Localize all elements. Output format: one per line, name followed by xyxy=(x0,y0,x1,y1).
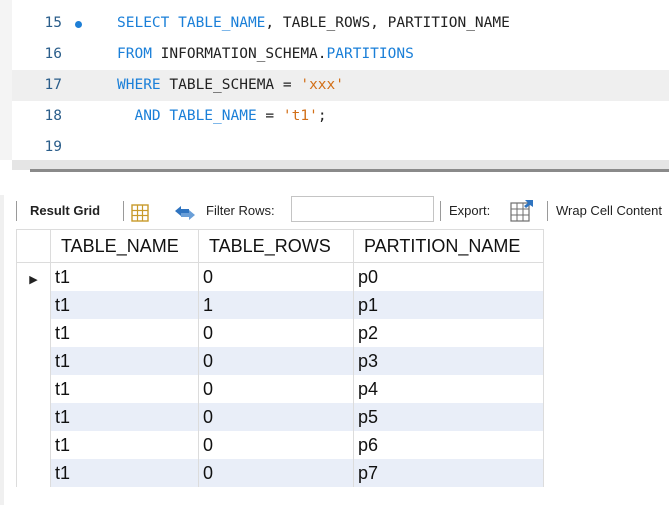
row-selector[interactable] xyxy=(16,431,51,459)
cell-table-name[interactable]: t1 xyxy=(50,347,199,375)
result-toolbar: Result Grid Filter Rows: Export: Wrap Ce… xyxy=(16,193,669,229)
sql-keyword: PARTITIONS xyxy=(326,46,414,62)
filter-rows-input[interactable] xyxy=(291,196,434,222)
row-selector[interactable] xyxy=(16,375,51,403)
row-selector[interactable] xyxy=(16,459,51,487)
current-row-arrow-icon: ▶ xyxy=(29,273,38,286)
cell-table-rows[interactable]: 0 xyxy=(198,431,354,459)
grid-layout-icon[interactable] xyxy=(130,201,150,222)
sql-text: , TABLE_ROWS, PARTITION_NAME xyxy=(265,15,510,31)
cell-partition-name[interactable]: p6 xyxy=(353,431,544,459)
sql-text: = xyxy=(256,108,283,124)
row-selector[interactable] xyxy=(16,319,51,347)
code-text: AND TABLE_NAME = 't1'; xyxy=(117,101,327,132)
left-frame xyxy=(0,195,4,505)
table-row[interactable]: t1 1 p1 xyxy=(16,291,544,319)
sql-text: TABLE_SCHEMA = xyxy=(169,77,301,93)
toolbar-separator xyxy=(547,201,548,221)
sql-keyword: TABLE_NAME xyxy=(178,15,266,31)
sql-string: 't1' xyxy=(282,108,318,124)
cell-partition-name[interactable]: p5 xyxy=(353,403,544,431)
sql-string: 'xxx' xyxy=(300,77,344,93)
sql-keyword: WHERE xyxy=(117,77,170,93)
row-selector[interactable] xyxy=(16,403,51,431)
cell-table-name[interactable]: t1 xyxy=(50,375,199,403)
cell-partition-name[interactable]: p4 xyxy=(353,375,544,403)
toolbar-separator xyxy=(16,201,17,221)
result-grid-tab[interactable]: Result Grid xyxy=(30,193,100,229)
cell-partition-name[interactable]: p7 xyxy=(353,459,544,487)
filter-rows-icon[interactable] xyxy=(172,201,198,221)
cell-table-rows[interactable]: 0 xyxy=(198,403,354,431)
cell-table-name[interactable]: t1 xyxy=(50,459,199,487)
sql-editor[interactable]: 15 SELECT TABLE_NAME, TABLE_ROWS, PARTITI… xyxy=(12,0,669,160)
export-label: Export: xyxy=(449,203,491,218)
column-header-table-rows[interactable]: TABLE_ROWS xyxy=(198,229,354,263)
column-header-table-name[interactable]: TABLE_NAME xyxy=(50,229,199,263)
cell-table-rows[interactable]: 0 xyxy=(198,375,354,403)
row-selector[interactable] xyxy=(16,291,51,319)
row-selector[interactable]: ▶ xyxy=(16,262,51,291)
cell-table-rows[interactable]: 0 xyxy=(198,347,354,375)
table-row[interactable]: t1 0 p3 xyxy=(16,347,544,375)
table-row[interactable]: t1 0 p7 xyxy=(16,459,544,487)
result-grid: TABLE_NAME TABLE_ROWS PARTITION_NAME ▶ t1… xyxy=(16,229,669,505)
table-row[interactable]: t1 0 p2 xyxy=(16,319,544,347)
line-number: 17 xyxy=(44,77,62,93)
cell-partition-name[interactable]: p3 xyxy=(353,347,544,375)
table-row[interactable]: t1 0 p5 xyxy=(16,403,544,431)
line-number: 18 xyxy=(44,108,62,124)
sql-keyword: FROM xyxy=(117,46,161,62)
export-icon[interactable] xyxy=(509,198,535,224)
code-line[interactable]: 17 WHERE TABLE_SCHEMA = 'xxx' xyxy=(12,70,669,101)
column-header-partition-name[interactable]: PARTITION_NAME xyxy=(353,229,544,263)
code-text: SELECT TABLE_NAME, TABLE_ROWS, PARTITION… xyxy=(117,8,510,39)
cell-partition-name[interactable]: p0 xyxy=(353,262,544,291)
sql-keyword: AND xyxy=(117,108,170,124)
table-row[interactable]: t1 0 p6 xyxy=(16,431,544,459)
line-number: 19 xyxy=(44,139,62,155)
result-table: TABLE_NAME TABLE_ROWS PARTITION_NAME ▶ t1… xyxy=(16,229,544,487)
cell-table-name[interactable]: t1 xyxy=(50,291,199,319)
cell-table-name[interactable]: t1 xyxy=(50,319,199,347)
code-line[interactable]: 15 SELECT TABLE_NAME, TABLE_ROWS, PARTITI… xyxy=(12,8,669,39)
table-row[interactable]: ▶ t1 0 p0 xyxy=(16,262,544,291)
row-selector-header[interactable] xyxy=(16,229,51,263)
cell-partition-name[interactable]: p2 xyxy=(353,319,544,347)
table-row[interactable]: t1 0 p4 xyxy=(16,375,544,403)
row-selector[interactable] xyxy=(16,347,51,375)
toolbar-separator xyxy=(123,201,124,221)
code-text: FROM INFORMATION_SCHEMA.PARTITIONS xyxy=(117,39,414,70)
toolbar-separator xyxy=(440,201,441,221)
code-text: WHERE TABLE_SCHEMA = 'xxx' xyxy=(117,70,344,101)
cell-table-rows[interactable]: 0 xyxy=(198,262,354,291)
code-line[interactable]: 16 FROM INFORMATION_SCHEMA.PARTITIONS xyxy=(12,39,669,70)
line-number: 16 xyxy=(44,46,62,62)
sql-text: ; xyxy=(317,108,327,124)
cell-partition-name[interactable]: p1 xyxy=(353,291,544,319)
cell-table-rows[interactable]: 0 xyxy=(198,459,354,487)
filter-rows-label: Filter Rows: xyxy=(206,203,275,218)
cell-table-name[interactable]: t1 xyxy=(50,262,199,291)
sql-text: INFORMATION_SCHEMA. xyxy=(160,46,327,62)
line-number: 15 xyxy=(44,15,62,31)
code-line[interactable]: 19 xyxy=(12,132,669,163)
cell-table-rows[interactable]: 1 xyxy=(198,291,354,319)
cell-table-rows[interactable]: 0 xyxy=(198,319,354,347)
current-statement-dot-icon xyxy=(75,21,82,28)
code-line[interactable]: 18 AND TABLE_NAME = 't1'; xyxy=(12,101,669,132)
cell-table-name[interactable]: t1 xyxy=(50,403,199,431)
wrap-cell-content-label[interactable]: Wrap Cell Content xyxy=(556,193,662,229)
cell-table-name[interactable]: t1 xyxy=(50,431,199,459)
header-row: TABLE_NAME TABLE_ROWS PARTITION_NAME xyxy=(16,229,544,263)
panel-splitter[interactable] xyxy=(30,169,669,172)
sql-keyword: TABLE_NAME xyxy=(169,108,257,124)
sql-keyword: SELECT xyxy=(117,15,179,31)
editor-left-strip xyxy=(0,0,12,160)
